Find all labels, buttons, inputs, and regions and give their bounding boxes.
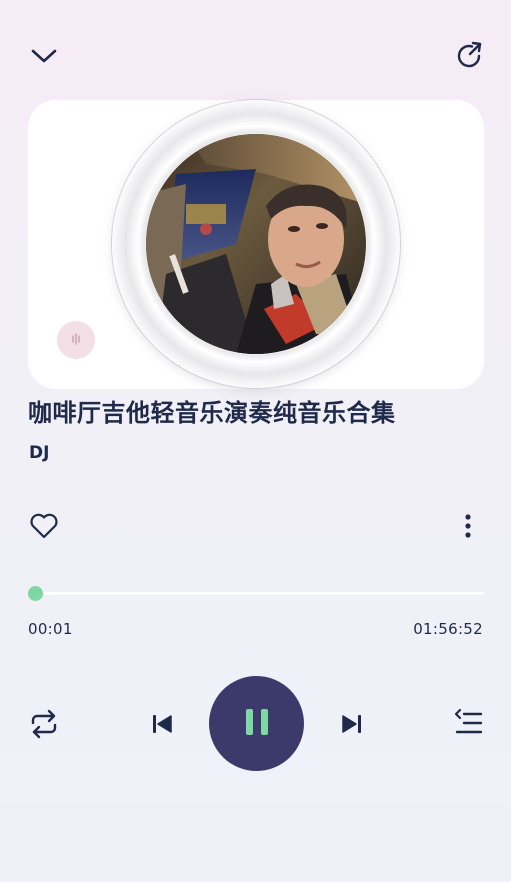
share-rotate-icon [455, 41, 485, 71]
album-cover[interactable] [146, 134, 366, 354]
pause-icon [244, 707, 270, 741]
like-button[interactable] [26, 508, 62, 544]
audio-wave-icon [69, 331, 83, 350]
progress-thumb[interactable] [28, 586, 43, 601]
more-options-button[interactable] [452, 508, 484, 544]
chevron-down-icon [29, 46, 59, 66]
playlist-button[interactable] [448, 702, 488, 744]
more-vertical-icon [463, 512, 473, 540]
progress-track[interactable] [36, 592, 484, 595]
total-time: 01:56:52 [413, 620, 483, 638]
share-button[interactable] [448, 34, 492, 78]
next-button[interactable] [334, 704, 370, 744]
next-track-icon [340, 712, 364, 736]
playlist-icon [452, 708, 484, 738]
repeat-icon [28, 709, 60, 739]
collapse-button[interactable] [24, 36, 64, 76]
heart-outline-icon [29, 512, 59, 540]
song-title: 咖啡厅吉他轻音乐演奏纯音乐合集 [28, 399, 396, 427]
audio-effect-button[interactable] [57, 321, 95, 359]
artist-name[interactable]: DJ [29, 443, 49, 463]
album-cover-photo [146, 134, 366, 354]
current-time: 00:01 [28, 620, 73, 638]
previous-button[interactable] [144, 704, 180, 744]
previous-track-icon [150, 712, 174, 736]
repeat-button[interactable] [24, 704, 64, 744]
play-pause-button[interactable] [209, 676, 304, 771]
